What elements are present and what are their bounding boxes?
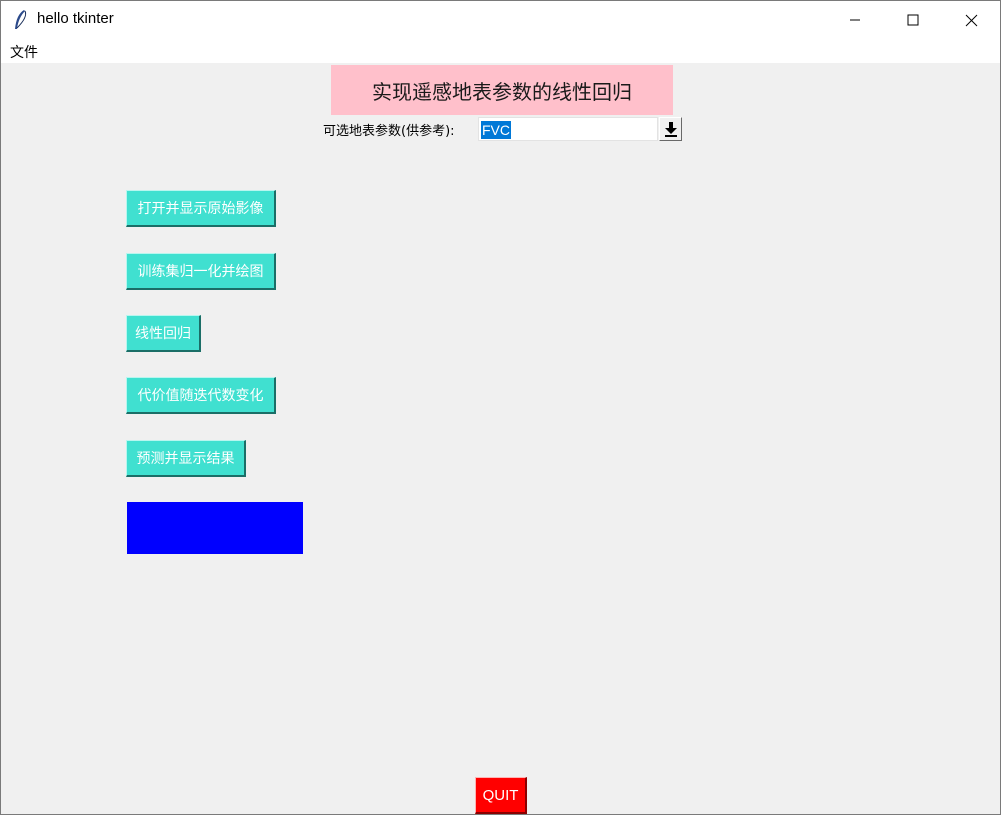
close-button[interactable] xyxy=(942,1,1000,39)
window-title: hello tkinter xyxy=(37,10,114,27)
predict-show-button[interactable]: 预测并显示结果 xyxy=(126,440,246,477)
maximize-button[interactable] xyxy=(884,1,942,39)
menu-bar: 文件 xyxy=(1,39,1000,63)
linear-regression-button[interactable]: 线性回归 xyxy=(126,315,201,352)
download-arrow-icon xyxy=(664,122,677,137)
feather-icon xyxy=(13,9,29,31)
maximize-icon xyxy=(907,14,919,26)
title-bar: hello tkinter xyxy=(1,1,1000,39)
menu-file[interactable]: 文件 xyxy=(10,42,38,62)
open-image-button[interactable]: 打开并显示原始影像 xyxy=(126,190,276,227)
cost-vs-iteration-button[interactable]: 代价值随迭代数变化 xyxy=(126,377,276,414)
page-title: 实现遥感地表参数的线性回归 xyxy=(331,65,673,115)
param-select-label: 可选地表参数(供参考): xyxy=(323,124,455,139)
blue-canvas xyxy=(127,502,303,554)
quit-button[interactable]: QUIT xyxy=(475,777,527,814)
minimize-icon xyxy=(850,19,860,21)
normalize-plot-button[interactable]: 训练集归一化并绘图 xyxy=(126,253,276,290)
param-combobox-dropdown-button[interactable] xyxy=(659,117,682,141)
app-window: hello tkinter 文件 实现遥感地表参数的线性回归 可选地表参数(供参… xyxy=(0,0,1001,815)
minimize-button[interactable] xyxy=(826,1,884,39)
param-combobox-value[interactable]: FVC xyxy=(481,121,511,139)
param-combobox[interactable]: FVC xyxy=(478,117,658,141)
close-icon xyxy=(965,14,977,26)
